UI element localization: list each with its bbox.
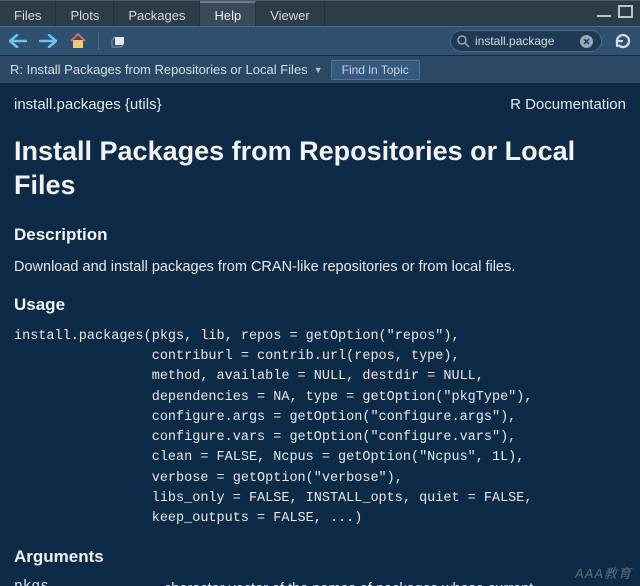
arrow-right-icon [39,34,57,48]
argument-row: pkgs character vector of the names of pa… [14,579,626,586]
home-button[interactable] [66,30,90,52]
maximize-pane-icon[interactable] [618,5,634,19]
tab-plots[interactable]: Plots [56,1,114,26]
refresh-icon [614,32,632,50]
section-usage-heading: Usage [14,295,626,315]
home-icon [69,33,87,49]
minimize-pane-icon[interactable] [596,5,612,19]
forward-button[interactable] [36,30,60,52]
topic-package-label: install.packages {utils} [14,96,162,113]
help-search-box[interactable] [450,30,602,52]
toolbar-separator [98,32,99,50]
description-body: Download and install packages from CRAN-… [14,257,626,277]
search-icon [457,35,470,48]
tab-help[interactable]: Help [200,1,256,26]
tab-viewer[interactable]: Viewer [256,1,325,26]
watermark: AAA教育 [575,563,632,582]
r-documentation-label: R Documentation [510,96,626,113]
refresh-button[interactable] [612,30,634,52]
breadcrumb-label: R: Install Packages from Repositories or… [10,62,308,77]
tab-packages[interactable]: Packages [114,1,200,26]
pane-tabs: Files Plots Packages Help Viewer [0,0,640,26]
popout-icon [111,34,127,48]
chevron-down-icon: ▼ [314,65,323,75]
section-description-heading: Description [14,225,626,245]
arrow-left-icon [9,34,27,48]
find-in-topic-button[interactable]: Find in Topic [331,60,420,80]
section-arguments-heading: Arguments [14,547,626,567]
clear-search-button[interactable] [580,35,593,48]
argument-description: character vector of the names of package… [164,579,533,586]
usage-code: install.packages(pkgs, lib, repos = getO… [14,327,626,530]
popout-button[interactable] [107,30,131,52]
help-content: install.packages {utils} R Documentation… [0,84,640,586]
breadcrumb[interactable]: R: Install Packages from Repositories or… [10,62,323,77]
tab-files[interactable]: Files [0,1,56,26]
back-button[interactable] [6,30,30,52]
page-title: Install Packages from Repositories or Lo… [14,135,626,203]
help-search-input[interactable] [475,34,575,48]
help-toolbar [0,26,640,56]
argument-name: pkgs [14,579,154,586]
help-subheader: R: Install Packages from Repositories or… [0,56,640,84]
close-icon [583,38,590,45]
